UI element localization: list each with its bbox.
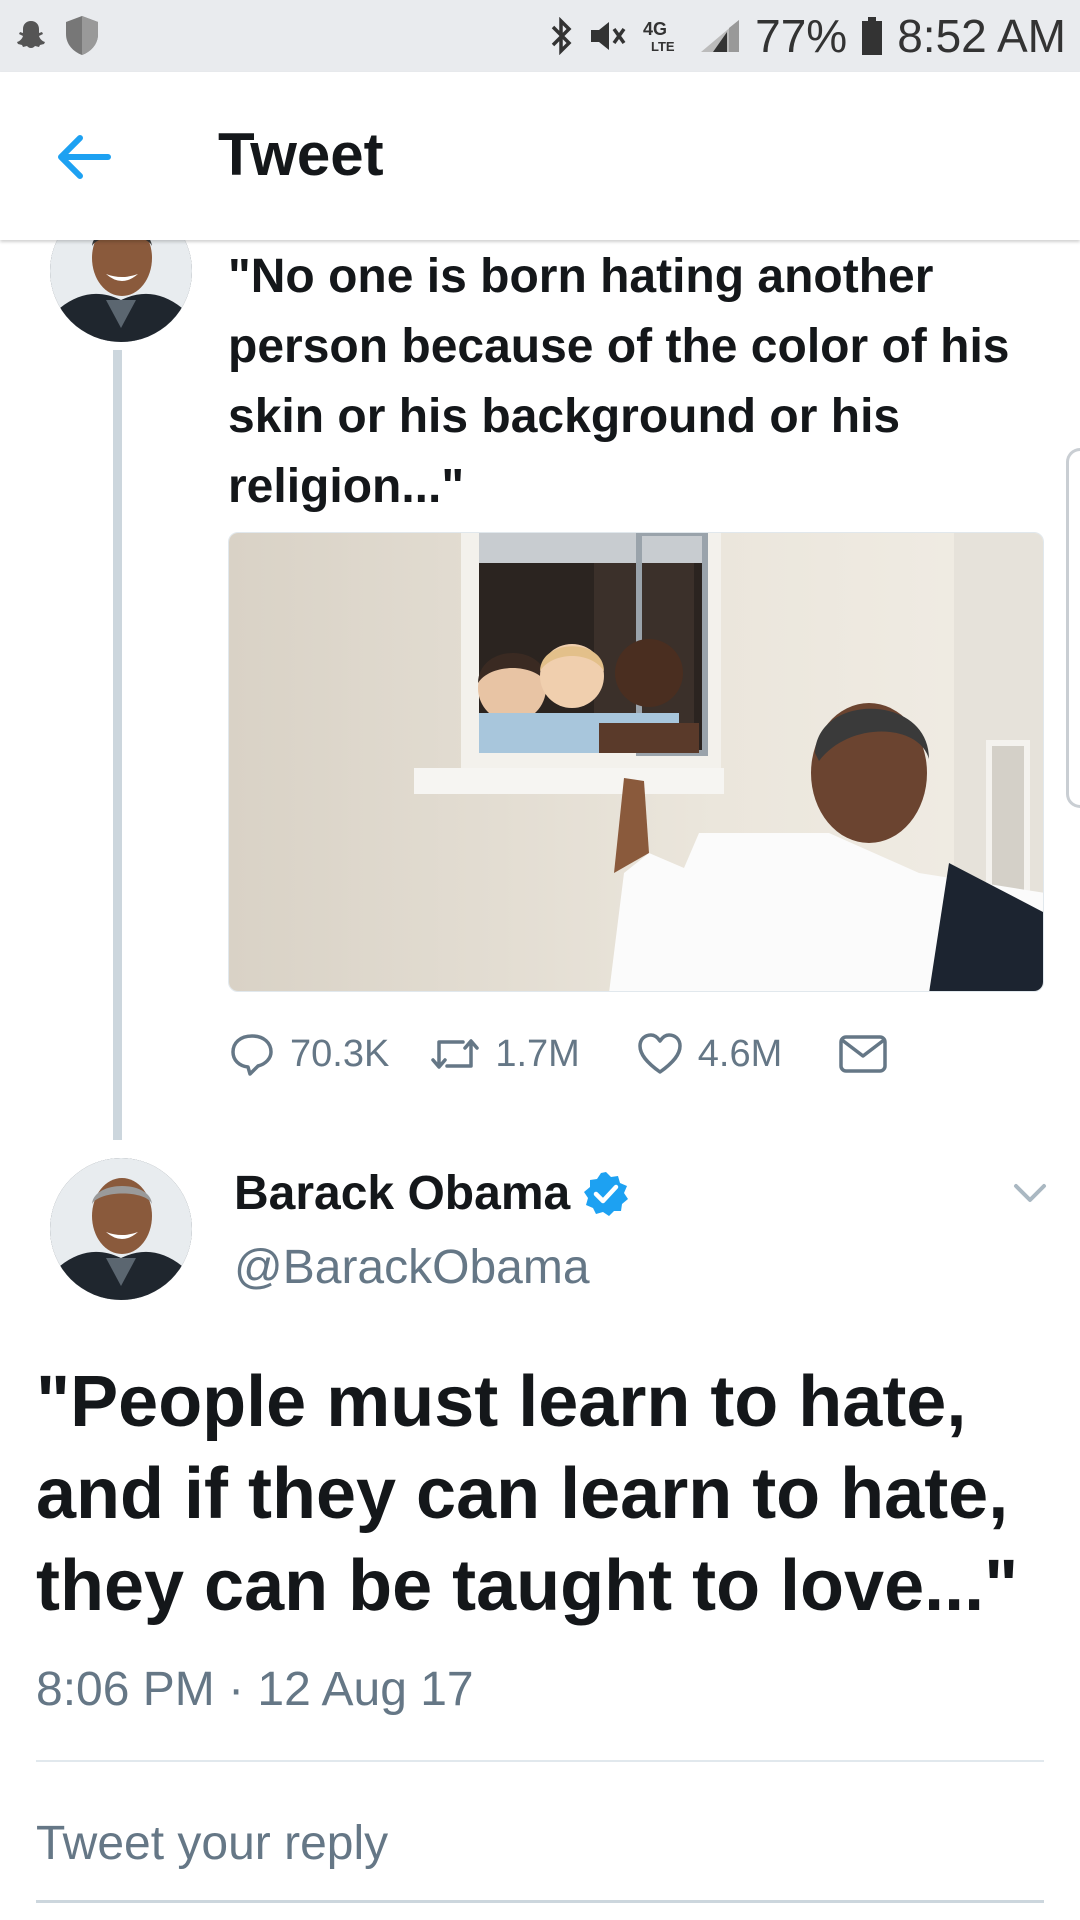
reply-icon	[231, 1034, 273, 1076]
previous-tweet-text: "No one is born hating another person be…	[228, 250, 1010, 513]
tweet-text: "People must learn to hate, and if they …	[36, 1362, 1019, 1626]
divider	[36, 1760, 1044, 1762]
chevron-down-icon	[1014, 1184, 1046, 1202]
status-bar: 4G LTE 77% 8:52 AM	[0, 0, 1080, 72]
snapchat-icon	[14, 18, 48, 57]
shield-icon	[64, 14, 100, 61]
page-title: Tweet	[218, 121, 384, 188]
mute-icon	[587, 17, 627, 55]
battery-icon	[861, 16, 883, 56]
tweet-options-button[interactable]	[1010, 1178, 1050, 1208]
network-4g-lte-icon: 4G LTE	[641, 17, 685, 55]
like-count: 4.6M	[697, 1032, 783, 1075]
battery-percent: 77%	[755, 10, 848, 62]
arrow-left-icon	[58, 135, 111, 179]
bluetooth-icon	[549, 17, 573, 55]
scroll-handle[interactable]	[1066, 448, 1080, 808]
retweet-count: 1.7M	[495, 1032, 580, 1075]
tweet-photo[interactable]	[228, 532, 1044, 992]
author-handle[interactable]: @BarackObama	[234, 1240, 590, 1295]
reply-count: 70.3K	[290, 1032, 390, 1075]
reply-input[interactable]: Tweet your reply	[36, 1816, 1044, 1871]
back-button[interactable]	[50, 122, 120, 192]
svg-text:LTE: LTE	[651, 39, 675, 54]
reply-action[interactable]: 70.3K	[228, 1030, 389, 1078]
thread-connector-line	[113, 350, 122, 1140]
reply-input-underline	[36, 1900, 1044, 1903]
heart-icon	[638, 1033, 682, 1074]
retweet-icon	[431, 1039, 480, 1069]
clock: 8:52 AM	[897, 10, 1066, 62]
envelope-icon	[839, 1035, 888, 1073]
like-action[interactable]: 4.6M	[636, 1030, 782, 1078]
tweet-timestamp: 8:06 PM · 12 Aug 17	[36, 1663, 474, 1716]
retweet-action[interactable]: 1.7M	[429, 1030, 580, 1078]
author-avatar[interactable]	[50, 1158, 192, 1300]
author-display-name: Barack Obama	[234, 1167, 571, 1220]
verified-badge-icon	[584, 1171, 629, 1216]
app-bar: Tweet	[0, 72, 1080, 240]
author-name-row[interactable]: Barack Obama	[234, 1166, 630, 1221]
direct-message-action[interactable]	[838, 1032, 888, 1076]
svg-text:4G: 4G	[643, 19, 667, 39]
tweet-actions: 70.3K 1.7M 4.6M	[228, 1022, 888, 1086]
signal-icon	[699, 18, 741, 54]
